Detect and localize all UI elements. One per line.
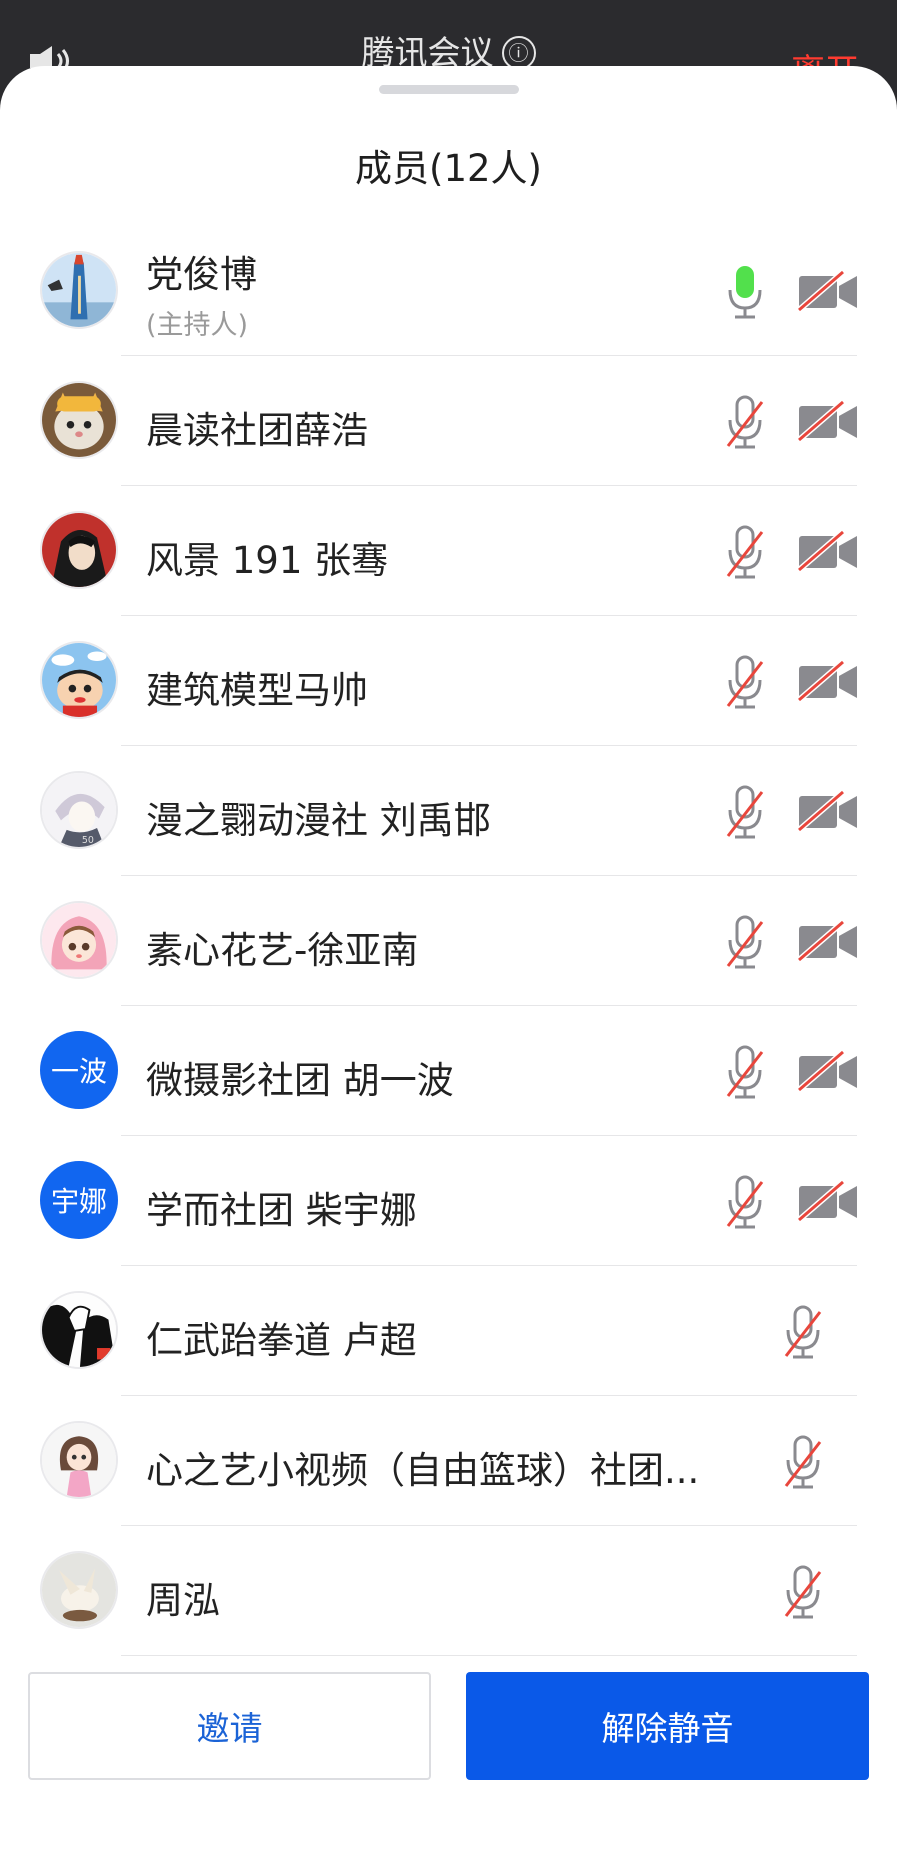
sheet-drag-handle[interactable] bbox=[379, 85, 519, 94]
member-row[interactable]: 风景 191 张骞 bbox=[0, 486, 897, 616]
member-row[interactable]: 建筑模型马帅 bbox=[0, 616, 897, 746]
camera-off-icon[interactable] bbox=[797, 659, 859, 704]
member-name: 风景 191 张骞 bbox=[146, 539, 389, 582]
avatar-image bbox=[40, 251, 118, 329]
member-name: 学而社团 柴宇娜 bbox=[146, 1189, 417, 1232]
microphone-muted-icon[interactable] bbox=[724, 1044, 768, 1100]
avatar-image bbox=[40, 1421, 118, 1499]
microphone-muted-icon[interactable] bbox=[782, 1564, 826, 1620]
member-row[interactable]: 党俊博 (主持人) bbox=[0, 226, 897, 356]
member-name: 建筑模型马帅 bbox=[146, 669, 368, 712]
host-label: (主持人) bbox=[146, 310, 249, 341]
member-name: 漫之翾动漫社 刘禹邯 bbox=[146, 799, 491, 842]
avatar-image bbox=[40, 381, 118, 459]
avatar-image bbox=[40, 901, 118, 979]
bottom-actions: 邀请 解除静音 bbox=[0, 1672, 897, 1782]
camera-off-icon[interactable] bbox=[797, 789, 859, 834]
avatar-image bbox=[40, 1551, 118, 1629]
avatar-image: 50 bbox=[40, 771, 118, 849]
microphone-on-icon[interactable] bbox=[724, 264, 768, 320]
svg-text:50: 50 bbox=[82, 835, 94, 846]
avatar-image bbox=[40, 641, 118, 719]
member-row[interactable]: 心之艺小视频（自由篮球）社团... bbox=[0, 1396, 897, 1526]
microphone-muted-icon[interactable] bbox=[724, 1174, 768, 1230]
member-row[interactable]: 宇娜 学而社团 柴宇娜 bbox=[0, 1136, 897, 1266]
camera-off-icon[interactable] bbox=[797, 529, 859, 574]
member-name: 仁武跆拳道 卢超 bbox=[146, 1319, 417, 1362]
unmute-all-button[interactable]: 解除静音 bbox=[466, 1672, 869, 1780]
member-row[interactable]: 周泓 bbox=[0, 1526, 897, 1656]
avatar: 宇娜 bbox=[40, 1161, 118, 1239]
member-name: 素心花艺-徐亚南 bbox=[146, 929, 419, 972]
member-name: 微摄影社团 胡一波 bbox=[146, 1059, 454, 1102]
member-row[interactable]: 素心花艺-徐亚南 bbox=[0, 876, 897, 1006]
avatar: 一波 bbox=[40, 1031, 118, 1109]
camera-off-icon[interactable] bbox=[797, 919, 859, 964]
member-list: 党俊博 (主持人) 晨读社团薛浩 风景 191 张骞 建筑模型马帅 50 漫之翾动漫社 刘禹… bbox=[0, 226, 897, 1656]
invite-button[interactable]: 邀请 bbox=[28, 1672, 431, 1780]
microphone-muted-icon[interactable] bbox=[782, 1434, 826, 1490]
members-sheet: 成员(12人) 党俊博 (主持人) 晨读社团薛浩 风景 191 张骞 建筑模型马帅 50 漫… bbox=[0, 66, 897, 1866]
avatar-image bbox=[40, 1291, 118, 1369]
member-row[interactable]: 仁武跆拳道 卢超 bbox=[0, 1266, 897, 1396]
microphone-muted-icon[interactable] bbox=[724, 524, 768, 580]
camera-off-icon[interactable] bbox=[797, 399, 859, 444]
member-name: 心之艺小视频（自由篮球）社团... bbox=[146, 1449, 700, 1492]
microphone-muted-icon[interactable] bbox=[724, 914, 768, 970]
member-name: 党俊博 bbox=[146, 253, 257, 296]
microphone-muted-icon[interactable] bbox=[724, 654, 768, 710]
row-divider bbox=[121, 1654, 857, 1656]
info-icon[interactable]: ⓘ bbox=[501, 36, 536, 70]
microphone-muted-icon[interactable] bbox=[724, 784, 768, 840]
member-name: 周泓 bbox=[146, 1579, 220, 1622]
member-row[interactable]: 50 漫之翾动漫社 刘禹邯 bbox=[0, 746, 897, 876]
microphone-muted-icon[interactable] bbox=[724, 394, 768, 450]
camera-off-icon[interactable] bbox=[797, 269, 859, 314]
member-name: 晨读社团薛浩 bbox=[146, 409, 368, 452]
microphone-muted-icon[interactable] bbox=[782, 1304, 826, 1360]
members-title: 成员(12人) bbox=[355, 147, 542, 190]
camera-off-icon[interactable] bbox=[797, 1179, 859, 1224]
member-row[interactable]: 一波 微摄影社团 胡一波 bbox=[0, 1006, 897, 1136]
camera-off-icon[interactable] bbox=[797, 1049, 859, 1094]
member-row[interactable]: 晨读社团薛浩 bbox=[0, 356, 897, 486]
avatar-image bbox=[40, 511, 118, 589]
